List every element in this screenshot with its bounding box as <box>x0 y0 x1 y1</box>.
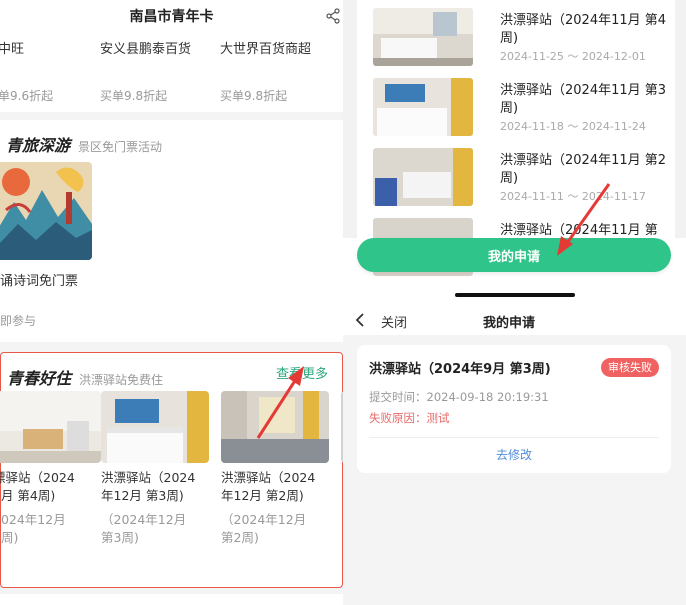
my-application-button-label: 我的申请 <box>487 249 540 265</box>
room-name: 洪漂驿站（2024 年12月 第2周) <box>221 470 316 503</box>
room-card[interactable]: 洪漂驿站（2024 年12月 第3周) （2024年12月 第3周) <box>101 391 209 547</box>
submit-time-label: 提交时间： <box>369 390 427 404</box>
week-item[interactable]: 洪漂驿站（2024年11月 第2周) 2024-11-11 ～ 2024-11-… <box>373 148 673 212</box>
page-title: 南昌市青年卡 <box>129 9 214 25</box>
week-date: 2024-11-18 ～ 2024-11-24 <box>500 120 646 133</box>
merchant-discount: 买单9.8折起 <box>220 89 288 103</box>
merchant-item[interactable]: 大世界百货商超 买单9.8折起 <box>220 38 340 104</box>
section-title: 青旅深游 <box>6 136 71 155</box>
trip-item-name[interactable]: 诵诗词免门票 <box>0 270 78 289</box>
section-subtitle: 景区免门票活动 <box>78 140 163 154</box>
week-list: 洪漂驿站（2024年11月 第4周) 2024-11-25 ～ 2024-12-… <box>357 0 675 276</box>
room-name: 漂驿站（20242月 第4周) <box>0 470 75 503</box>
failure-reason-value: 测试 <box>426 411 450 425</box>
card-divider <box>369 437 659 438</box>
page-header: 南昌市青年卡 <box>0 0 343 32</box>
close-button[interactable]: 关闭 <box>381 312 407 331</box>
week-room-photo <box>373 148 473 206</box>
application-list: 洪漂驿站（2024年9月 第3周) 审核失败 提交时间：2024-09-18 2… <box>343 335 686 605</box>
trip-join-label[interactable]: 即参与 <box>0 312 36 329</box>
application-title: 洪漂驿站（2024年9月 第3周) <box>369 362 551 377</box>
nav-title: 我的申请 <box>483 316 536 331</box>
room-photo <box>101 391 209 463</box>
annotation-arrow-icon <box>256 366 304 439</box>
room-card[interactable]: 漂驿站（20242月 第4周) 2024年12月4周) <box>0 391 101 547</box>
youth-card-home-panel: 南昌市青年卡 中旺 单9.6折起 安义县鹏泰百货 买单9.8折起 大世界百货商超… <box>0 0 343 605</box>
room-date: 2024年12月4周) <box>0 512 66 545</box>
submit-time-row: 提交时间：2024-09-18 20:19:31 <box>369 389 549 405</box>
annotation-arrow-icon <box>557 183 611 256</box>
section-subtitle: 洪漂驿站免费住 <box>79 373 164 387</box>
merchant-list: 中旺 单9.6折起 安义县鹏泰百货 买单9.8折起 大世界百货商超 买单9.8折… <box>0 32 343 112</box>
youth-section-header: 青春好住 洪漂驿站免费住 <box>7 365 163 389</box>
failure-reason-label: 失败原因： <box>369 411 427 425</box>
section-title: 青春好住 <box>7 369 72 388</box>
week-date: 2024-11-25 ～ 2024-12-01 <box>500 50 646 63</box>
room-photo <box>0 391 101 463</box>
week-room-photo <box>373 8 473 66</box>
submit-time-value: 2024-09-18 20:19:31 <box>426 390 549 404</box>
week-title: 洪漂驿站（2024年11月 第4周) <box>500 13 667 46</box>
week-room-photo <box>373 78 473 136</box>
merchant-name: 大世界百货商超 <box>220 42 312 57</box>
week-item[interactable]: 洪漂驿站（2024年11月 第4周) 2024-11-25 ～ 2024-12-… <box>373 8 673 72</box>
merchant-item[interactable]: 安义县鹏泰百货 买单9.8折起 <box>100 38 220 104</box>
chevron-left-icon[interactable] <box>353 312 367 328</box>
merchant-name: 安义县鹏泰百货 <box>100 42 192 57</box>
room-date: （2024年12月 第2周) <box>221 512 307 545</box>
application-card[interactable]: 洪漂驿站（2024年9月 第3周) 审核失败 提交时间：2024-09-18 2… <box>357 345 671 473</box>
week-title: 洪漂驿站（2024年11月 第3周) <box>500 83 667 116</box>
share-icon[interactable] <box>325 8 341 24</box>
my-application-panel: 洪漂驿站（2024年11月 第4周) 2024-11-25 ～ 2024-12-… <box>343 0 686 605</box>
failure-reason-row: 失败原因：测试 <box>369 410 450 426</box>
screenshot-root: 南昌市青年卡 中旺 单9.6折起 安义县鹏泰百货 买单9.8折起 大世界百货商超… <box>0 0 686 605</box>
bottom-spacer <box>0 594 343 605</box>
room-date: （2024年12月 第3周) <box>101 512 187 545</box>
week-item[interactable]: 洪漂驿站（2024年11月 第3周) 2024-11-18 ～ 2024-11-… <box>373 78 673 142</box>
trip-poster-image[interactable] <box>0 162 92 260</box>
room-name: 洪漂驿站（2024 年12月 第3周) <box>101 470 196 503</box>
trip-section-header: 青旅深游 景区免门票活动 <box>6 132 162 156</box>
home-indicator <box>455 293 575 297</box>
trip-section: 青旅深游 景区免门票活动 诵诗词免门票 即参与 <box>0 120 343 342</box>
modify-button[interactable]: 去修改 <box>357 446 671 463</box>
my-application-button[interactable]: 我的申请 <box>357 238 671 272</box>
merchant-discount: 买单9.8折起 <box>100 89 168 103</box>
status-badge: 审核失败 <box>601 358 659 377</box>
week-list-background: 洪漂驿站（2024年11月 第4周) 2024-11-25 ～ 2024-12-… <box>343 0 686 276</box>
nav-bar: 关闭 我的申请 <box>343 305 686 335</box>
